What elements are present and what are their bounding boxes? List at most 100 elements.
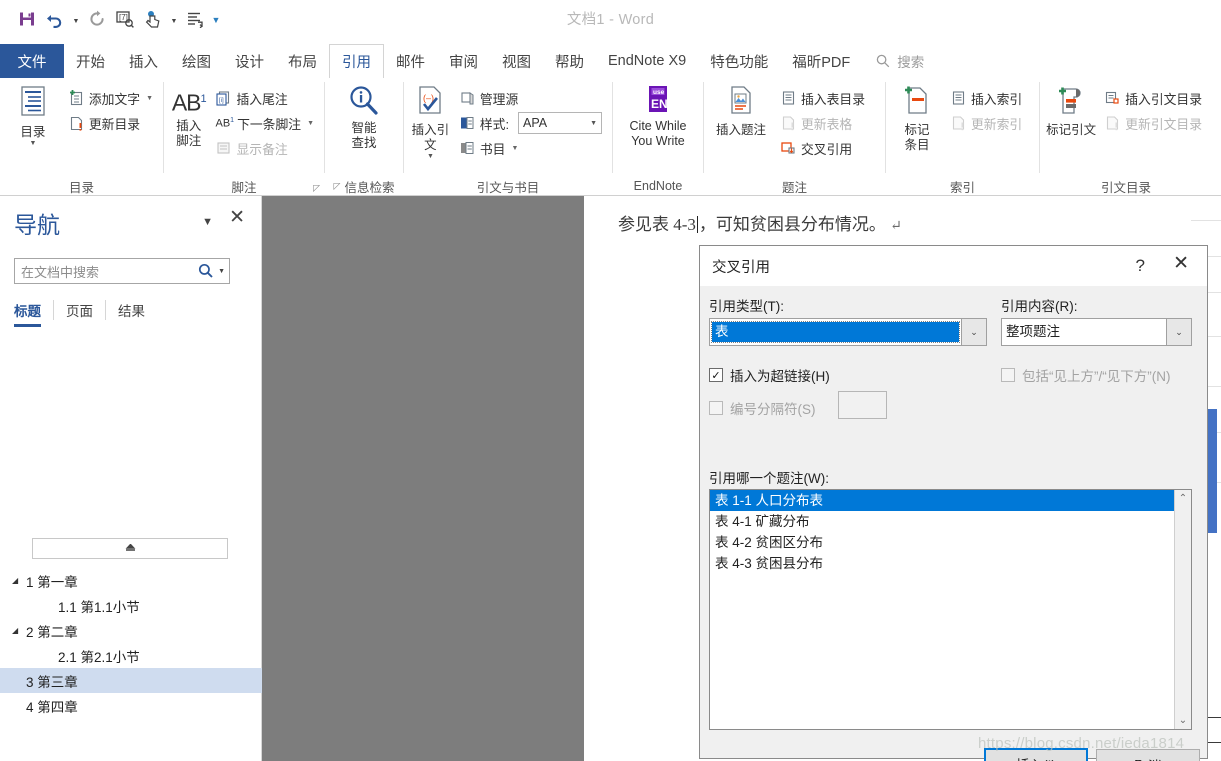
citation-style-select[interactable]: APA ▼ <box>518 112 602 134</box>
ribbon-group-index: 标记 条目 插入索引 更新索引 索引 <box>886 78 1039 196</box>
include-above-below-checkbox[interactable]: 包括“见上方”/“见下方”(N) <box>1001 365 1170 385</box>
scroll-up-icon[interactable]: ⌃ <box>1179 493 1187 504</box>
chevron-down-icon[interactable]: ⌄ <box>1166 319 1191 345</box>
word-window: ▼ [7] ▼ ▼ 文档1 - Word 文件 开始 插入 绘图 设计 布局 引… <box>0 0 1221 761</box>
tab-insert[interactable]: 插入 <box>117 44 170 78</box>
insert-citation-dropdown-icon[interactable]: ▼ <box>427 153 434 161</box>
ribbon-search[interactable]: 搜索 <box>876 44 1221 78</box>
insert-table-of-figures-button[interactable]: 插入表目录 <box>776 86 869 110</box>
navigation-collapse-all-control[interactable] <box>32 538 228 559</box>
update-index-button[interactable]: 更新索引 <box>946 111 1026 135</box>
bibliography-button[interactable]: 书目 ▼ <box>455 136 606 160</box>
cross-reference-button[interactable]: 交叉引用 <box>776 136 869 160</box>
tab-help[interactable]: 帮助 <box>543 44 596 78</box>
help-icon[interactable]: ? <box>1136 256 1145 276</box>
update-table-button[interactable]: 更新表格 <box>776 111 869 135</box>
tab-review[interactable]: 审阅 <box>437 44 490 78</box>
insert-footnote-button[interactable]: AB1 插入脚注 <box>170 83 207 149</box>
reference-content-label: 引用内容(R): <box>1001 299 1078 314</box>
tab-references[interactable]: 引用 <box>329 44 384 79</box>
navigation-title: 导航 <box>14 212 60 238</box>
nav-heading-4-label: 4 第四章 <box>26 699 78 715</box>
navigation-search-input[interactable]: 在文档中搜索 ▼ <box>14 258 230 284</box>
number-separator-checkbox[interactable]: 编号分隔符(S) <box>709 398 816 418</box>
footnotes-dialog-launcher[interactable]: ◸ <box>313 183 320 194</box>
add-text-button[interactable]: 添加文字 ▼ <box>64 86 157 110</box>
watermark-text: https://blog.csdn.net/ieda1814 <box>978 735 1185 752</box>
tab-file[interactable]: 文件 <box>0 44 64 78</box>
caption-listbox[interactable]: 表 1-1 人口分布表 表 4-1 矿藏分布 表 4-2 贫困区分布 表 4-3… <box>709 489 1192 730</box>
checkbox-unchecked-icon <box>709 401 723 415</box>
caption-list-item[interactable]: 表 4-1 矿藏分布 <box>710 511 1174 532</box>
scroll-down-icon[interactable]: ⌄ <box>1179 715 1187 726</box>
smart-lookup-button[interactable]: 智能 查找 <box>333 83 395 151</box>
insert-as-hyperlink-checkbox[interactable]: ✓ 插入为超链接(H) <box>709 365 830 385</box>
tab-home[interactable]: 开始 <box>64 44 117 78</box>
reference-type-value: 表 <box>711 321 960 343</box>
caption-list-item[interactable]: 表 4-2 贫困区分布 <box>710 532 1174 553</box>
ribbon-group-toa: 标记引文 插入引文目录 更新引文目录 引文目录 <box>1040 78 1212 196</box>
insert-caption-button[interactable]: 插入题注 <box>710 83 772 138</box>
nav-tab-pages[interactable]: 页面 <box>53 300 105 320</box>
number-separator-input[interactable] <box>838 391 887 419</box>
chevron-down-icon[interactable]: ▼ <box>202 216 213 228</box>
nav-tab-results[interactable]: 结果 <box>105 300 157 320</box>
navigation-search-placeholder: 在文档中搜索 <box>21 264 100 280</box>
dialog-title-bar: 交叉引用 ? ✕ <box>700 246 1207 286</box>
reference-type-combobox[interactable]: 表 ⌄ <box>709 318 987 346</box>
tab-foxit-pdf[interactable]: 福昕PDF <box>780 44 862 78</box>
citation-style-row[interactable]: 样式: APA ▼ <box>455 111 606 135</box>
tab-mailings[interactable]: 邮件 <box>384 44 437 78</box>
tab-endnote-x9[interactable]: EndNote X9 <box>596 44 698 78</box>
svg-text:EN: EN <box>651 97 668 111</box>
nav-heading-4[interactable]: 4 第四章 <box>0 693 262 718</box>
navigation-search-options-icon[interactable]: ▼ <box>218 268 225 275</box>
mark-entry-button[interactable]: 标记 条目 <box>892 83 942 153</box>
nav-heading-1-label: 1 第一章 <box>26 574 78 590</box>
search-icon[interactable] <box>198 263 214 279</box>
triangle-expanded-icon[interactable]: ◢ <box>12 626 26 635</box>
update-table-of-authorities-label: 更新引文目录 <box>1125 116 1202 132</box>
next-footnote-dropdown-icon[interactable]: ▼ <box>307 120 314 127</box>
mark-citation-button[interactable]: 标记引文 <box>1046 83 1096 138</box>
update-table-of-authorities-button[interactable]: 更新引文目录 <box>1100 111 1206 135</box>
add-text-dropdown-icon[interactable]: ▼ <box>146 95 153 102</box>
tab-layout[interactable]: 布局 <box>276 44 329 78</box>
caption-list-scrollbar[interactable]: ⌃ ⌄ <box>1174 490 1191 729</box>
reference-content-combobox[interactable]: 整项题注 ⌄ <box>1001 318 1192 346</box>
nav-heading-1[interactable]: ◢ 1 第一章 <box>0 568 262 593</box>
close-icon[interactable]: ✕ <box>229 208 245 227</box>
insert-table-of-authorities-button[interactable]: 插入引文目录 <box>1100 86 1206 110</box>
tab-special-features[interactable]: 特色功能 <box>698 44 780 78</box>
chevron-down-icon[interactable]: ⌄ <box>961 319 986 345</box>
update-toc-label: 更新目录 <box>88 116 141 132</box>
caption-list-item[interactable]: 表 1-1 人口分布表 <box>710 490 1174 511</box>
show-notes-button[interactable]: 显示备注 <box>211 136 318 160</box>
ribbon-group-citations-label: 引文与书目 <box>476 180 540 195</box>
tab-design[interactable]: 设计 <box>223 44 276 78</box>
insert-citation-button[interactable]: (–) 插入引文 ▼ <box>410 83 451 161</box>
document-paragraph: 参见表 4-3 ，可知贫困县分布情况。 ↵ <box>618 210 902 235</box>
insert-index-button[interactable]: 插入索引 <box>946 86 1026 110</box>
update-toc-button[interactable]: 更新目录 <box>64 111 157 135</box>
close-icon[interactable]: ✕ <box>1173 254 1189 273</box>
caption-list-item[interactable]: 表 4-3 贫困县分布 <box>710 553 1174 574</box>
nav-tab-headings[interactable]: 标题 <box>14 300 53 327</box>
insert-endnote-button[interactable]: [i] 插入尾注 <box>211 86 318 110</box>
next-footnote-button[interactable]: AB1 下一条脚注 ▼ <box>211 111 318 135</box>
tab-draw[interactable]: 绘图 <box>170 44 223 78</box>
nav-heading-1-1[interactable]: 1.1 第1.1小节 <box>0 593 262 618</box>
nav-heading-2-1[interactable]: 2.1 第2.1小节 <box>0 643 262 668</box>
nav-heading-2[interactable]: ◢ 2 第二章 <box>0 618 262 643</box>
ribbon: 目录 ▼ 添加文字 ▼ 更新目录 目录 AB1 插入脚注 [i] 插入尾注 AB… <box>0 78 1221 196</box>
toc-dropdown-icon[interactable]: ▼ <box>29 140 36 148</box>
nav-heading-3[interactable]: 3 第三章 <box>0 668 262 693</box>
research-dialog-launcher[interactable]: ◸ <box>334 181 341 192</box>
update-index-label: 更新索引 <box>971 116 1023 132</box>
toc-button[interactable]: 目录 ▼ <box>6 83 60 148</box>
manage-sources-button[interactable]: 管理源 <box>455 86 606 110</box>
triangle-expanded-icon[interactable]: ◢ <box>12 576 26 585</box>
bibliography-dropdown-icon[interactable]: ▼ <box>511 145 518 152</box>
tab-view[interactable]: 视图 <box>490 44 543 78</box>
cite-while-you-write-button[interactable]: use EN Cite While You Write <box>619 83 697 149</box>
